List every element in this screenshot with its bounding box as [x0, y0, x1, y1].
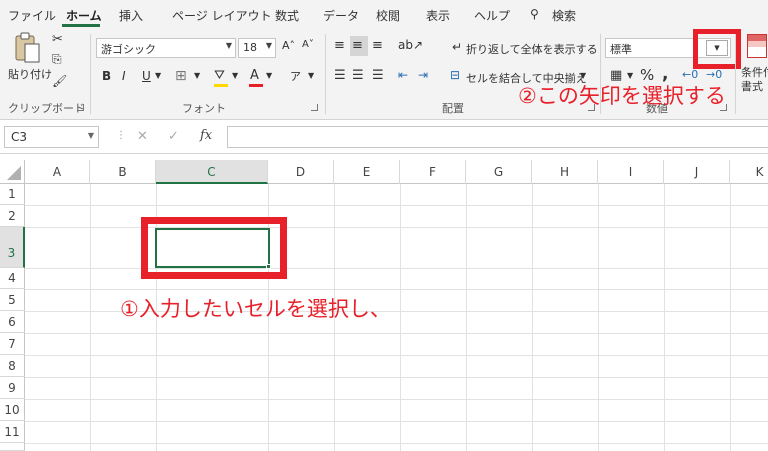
clipboard-group-label: クリップボード	[8, 102, 85, 115]
annotation-step-2: ②この矢印を選択する	[518, 84, 726, 108]
row-header-3[interactable]: 3	[0, 227, 25, 268]
enter-button[interactable]: ✓	[168, 129, 179, 144]
divider	[90, 34, 91, 114]
column-header-f[interactable]: F	[400, 160, 466, 184]
shrink-font-button[interactable]: A˅	[302, 39, 314, 50]
font-color-button[interactable]: A	[250, 68, 259, 83]
font-launcher-icon[interactable]	[311, 104, 318, 111]
borders-icon[interactable]: ⊞	[175, 68, 187, 84]
divider	[325, 34, 326, 114]
excel-window: ファイル ホーム 挿入 ページ レイアウト 数式 データ 校閲 表示 ヘルプ ⚲…	[0, 0, 768, 451]
wrap-text-button[interactable]: 折り返して全体を表示する	[466, 41, 598, 57]
align-middle-icon[interactable]: ≡	[352, 38, 363, 53]
merge-dropdown-icon[interactable]: ▼	[580, 71, 586, 80]
tab-data[interactable]: データ	[323, 7, 359, 24]
clipboard-launcher-icon[interactable]	[77, 104, 84, 111]
font-color-swatch	[249, 84, 263, 87]
align-top-icon[interactable]: ≡	[334, 38, 345, 53]
ribbon-tabs: ファイル ホーム 挿入 ページ レイアウト 数式 データ 校閲 表示 ヘルプ ⚲…	[0, 0, 768, 28]
decrease-indent-icon[interactable]: ⇤	[398, 68, 408, 82]
font-color-dropdown-icon[interactable]: ▼	[266, 71, 272, 80]
fill-color-dropdown-icon[interactable]: ▼	[232, 71, 238, 80]
row-header-12[interactable]	[0, 443, 25, 451]
conditional-formatting-label-2[interactable]: 書式	[741, 78, 763, 94]
bold-button[interactable]: B	[102, 69, 111, 83]
align-left-icon[interactable]: ☰	[334, 68, 346, 83]
formula-bar: C3 ▼ ⋮ ✕ ✓ fx	[0, 120, 768, 154]
row-header-6[interactable]: 6	[0, 311, 25, 333]
tab-home[interactable]: ホーム	[66, 7, 102, 24]
formula-input[interactable]	[227, 126, 768, 148]
tab-help[interactable]: ヘルプ	[474, 7, 510, 24]
tab-view[interactable]: 表示	[426, 7, 450, 24]
tab-review[interactable]: 校閲	[376, 7, 400, 24]
row-header-8[interactable]: 8	[0, 355, 25, 377]
column-header-j[interactable]: J	[664, 160, 730, 184]
fill-color-swatch	[214, 84, 228, 87]
cut-icon[interactable]: ✂	[52, 32, 63, 47]
row-header-1[interactable]: 1	[0, 184, 25, 205]
column-header-c[interactable]: C	[156, 160, 268, 184]
align-center-icon[interactable]: ☰	[352, 68, 364, 83]
column-header-k[interactable]: K	[730, 160, 768, 184]
row-header-2[interactable]: 2	[0, 205, 25, 227]
orientation-icon[interactable]: ab↗	[398, 38, 423, 52]
name-box[interactable]: C3 ▼	[4, 126, 99, 148]
phonetic-dropdown-icon[interactable]: ▼	[308, 71, 314, 80]
annotation-step-1: ①入力したいセルを選択し、	[120, 297, 391, 321]
tab-page-layout[interactable]: ページ レイアウト	[172, 7, 272, 24]
search-label[interactable]: 検索	[552, 7, 576, 24]
row-header-4[interactable]: 4	[0, 268, 25, 289]
italic-button[interactable]: I	[122, 69, 126, 83]
column-header-e[interactable]: E	[334, 160, 400, 184]
column-header-g[interactable]: G	[466, 160, 532, 184]
conditional-formatting-icon[interactable]	[747, 34, 767, 58]
wrap-text-icon[interactable]: ↵	[452, 40, 462, 54]
increase-indent-icon[interactable]: ⇥	[418, 68, 428, 82]
row-header-10[interactable]: 10	[0, 399, 25, 421]
fill-handle[interactable]	[266, 264, 271, 269]
row-header-11[interactable]: 11	[0, 421, 25, 443]
divider	[735, 34, 736, 114]
row-header-7[interactable]: 7	[0, 333, 25, 355]
grow-font-button[interactable]: A˄	[282, 39, 295, 52]
tab-formulas[interactable]: 数式	[275, 7, 299, 24]
active-tab-indicator	[62, 24, 100, 27]
align-right-icon[interactable]: ☰	[372, 68, 384, 83]
copy-icon[interactable]: ⎘	[52, 52, 62, 67]
cancel-button[interactable]: ✕	[137, 129, 148, 144]
row-header-5[interactable]: 5	[0, 289, 25, 311]
active-cell-c3[interactable]	[155, 228, 270, 268]
column-header-d[interactable]: D	[268, 160, 334, 184]
search-icon[interactable]: ⚲	[530, 7, 539, 21]
align-bottom-icon[interactable]: ≡	[372, 38, 383, 53]
paste-icon[interactable]	[12, 32, 46, 66]
insert-function-button[interactable]: fx	[200, 128, 212, 143]
column-header-a[interactable]: A	[25, 160, 90, 184]
column-header-b[interactable]: B	[90, 160, 156, 184]
row-header-9[interactable]: 9	[0, 377, 25, 399]
dropdown-highlight-box	[693, 29, 741, 69]
formula-bar-grip-icon: ⋮	[116, 130, 126, 141]
tab-file[interactable]: ファイル	[8, 7, 56, 24]
column-header-i[interactable]: I	[598, 160, 664, 184]
name-box-dropdown-icon[interactable]: ▼	[88, 131, 94, 140]
merge-center-icon[interactable]: ⊟	[450, 68, 460, 82]
fill-color-icon[interactable]: ⛛	[214, 68, 225, 83]
font-size-select[interactable]: 18 ▼	[238, 38, 276, 58]
column-headers: A B C D E F G H I J K	[25, 160, 768, 184]
borders-dropdown-icon[interactable]: ▼	[194, 71, 200, 80]
underline-button[interactable]: U	[142, 69, 151, 83]
alignment-group-label: 配置	[442, 102, 464, 115]
column-header-h[interactable]: H	[532, 160, 598, 184]
underline-dropdown-icon[interactable]: ▼	[155, 71, 161, 80]
accounting-dropdown-icon[interactable]: ▼	[627, 71, 633, 80]
tab-insert[interactable]: 挿入	[119, 7, 143, 24]
paste-button[interactable]: 貼り付け	[8, 66, 52, 82]
font-name-select[interactable]: 游ゴシック ▼	[96, 38, 236, 58]
font-group-label: フォント	[182, 102, 226, 115]
select-all-corner[interactable]	[0, 160, 25, 184]
phonetic-button[interactable]: ア	[290, 68, 301, 84]
format-painter-icon[interactable]: 🖌	[52, 74, 67, 88]
